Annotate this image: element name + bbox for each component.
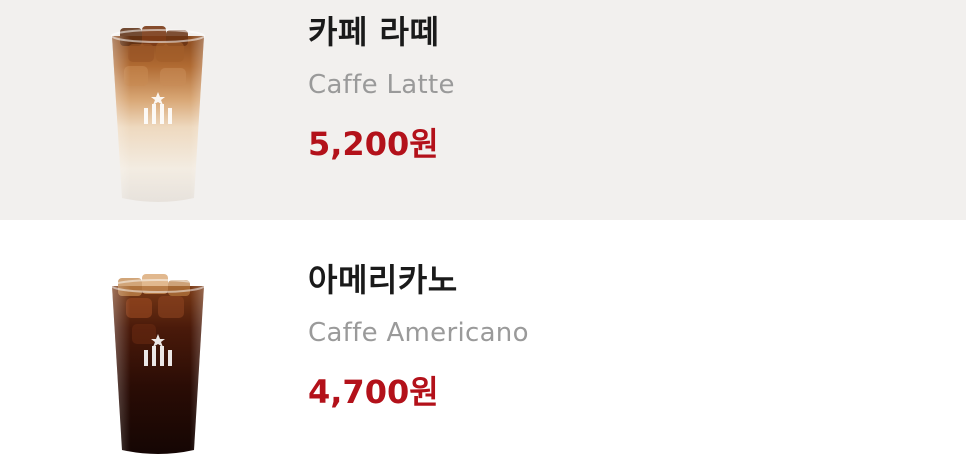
product-price: 4,700원	[308, 373, 439, 411]
product-name-korean: 카페 라떼	[308, 13, 440, 51]
iced-americano-image	[98, 272, 218, 458]
iced-latte-image	[98, 22, 218, 206]
product-price: 5,200원	[308, 125, 439, 163]
product-name-english: Caffe Latte	[308, 70, 455, 100]
menu-item-text: 아메리카노 Caffe Americano 4,700원	[308, 258, 529, 414]
menu-list: 카페 라떼 Caffe Latte 5,200원 아메리카노 Caffe Ame…	[0, 0, 966, 459]
menu-item-caffe-americano[interactable]: 아메리카노 Caffe Americano 4,700원	[0, 220, 966, 459]
product-name-english: Caffe Americano	[308, 318, 529, 348]
menu-item-caffe-latte[interactable]: 카페 라떼 Caffe Latte 5,200원	[0, 0, 966, 220]
menu-item-text: 카페 라떼 Caffe Latte 5,200원	[308, 10, 455, 166]
product-name-korean: 아메리카노	[308, 261, 458, 299]
